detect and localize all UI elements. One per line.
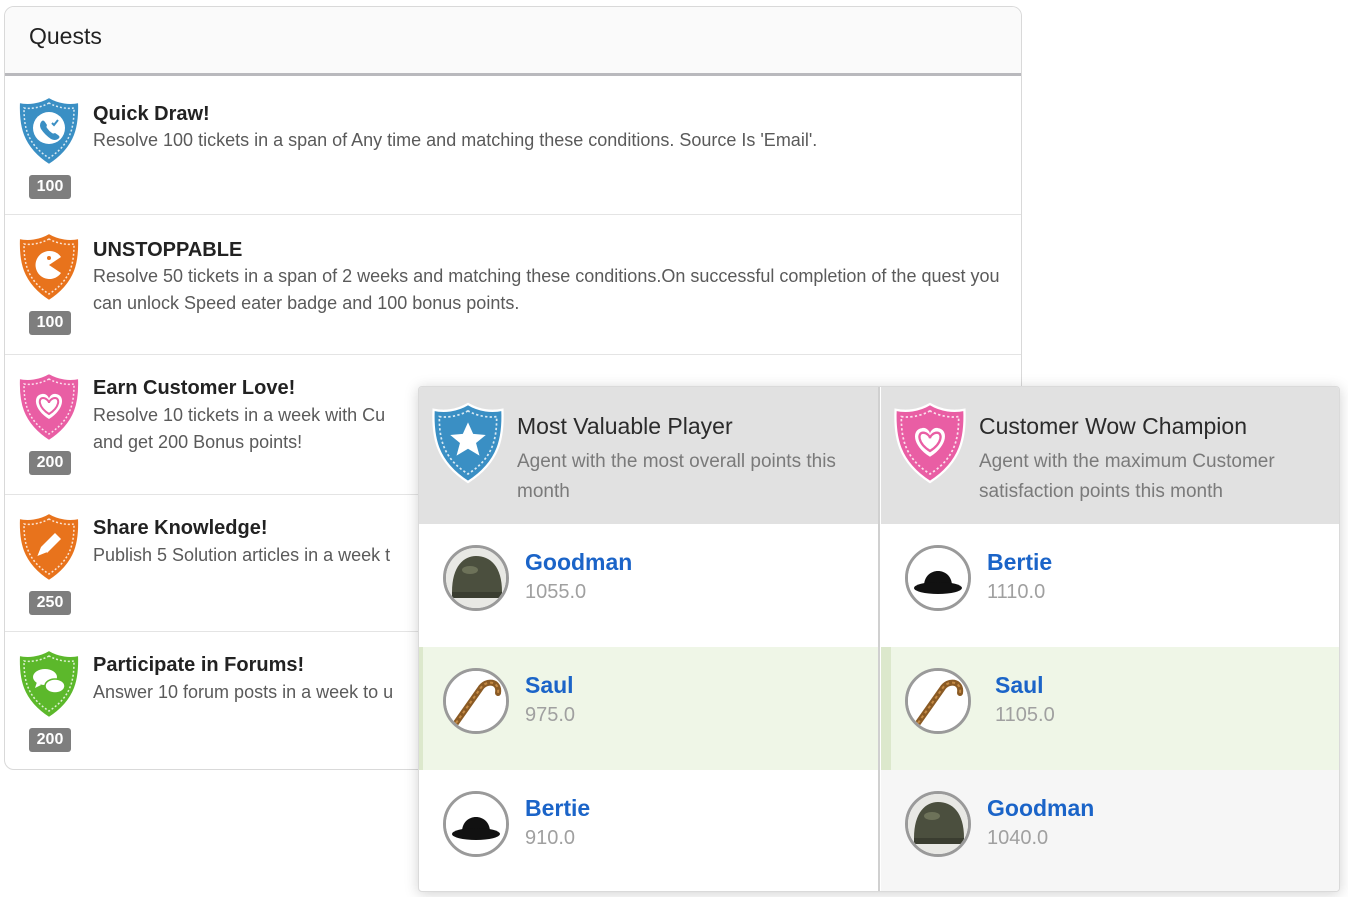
quest-item-quick-draw[interactable]: 100 Quick Draw! Resolve 100 tickets in a… <box>5 79 1021 215</box>
quest-title[interactable]: Share Knowledge! <box>93 517 267 540</box>
bowler-hat-avatar-icon <box>443 791 509 857</box>
agent-score: 975.0 <box>525 704 576 726</box>
star-shield-icon <box>429 401 507 485</box>
agent-name-link[interactable]: Bertie <box>525 795 590 822</box>
leaderboard-card: Most Valuable Player Agent with the most… <box>418 386 1340 892</box>
leaderboard-entry[interactable]: Bertie 910.0 <box>419 770 878 891</box>
cane-avatar-icon <box>443 668 509 734</box>
helmet-avatar-icon <box>443 545 509 611</box>
quest-item-unstoppable[interactable]: 100 UNSTOPPABLE Resolve 50 tickets in a … <box>5 215 1021 355</box>
quest-points-badge: 100 <box>29 311 71 335</box>
leaderboard-entry[interactable]: Saul 1105.0 <box>881 647 1339 770</box>
quest-description: Resolve 50 tickets in a span of 2 weeks … <box>93 266 1000 313</box>
agent-name-link[interactable]: Saul <box>525 672 574 699</box>
cane-avatar-icon <box>905 668 971 734</box>
leaderboard-customer-wow-champion: Customer Wow Champion Agent with the max… <box>881 387 1339 891</box>
heart-shield-icon <box>15 371 83 443</box>
quest-points-badge: 200 <box>29 728 71 752</box>
leaderboard-title: Customer Wow Champion <box>979 413 1248 439</box>
heart-shield-icon <box>891 401 969 485</box>
leaderboard-title: Most Valuable Player <box>517 413 733 439</box>
helmet-avatar-icon <box>905 791 971 857</box>
phone-check-shield-icon <box>15 95 83 167</box>
leaderboard-entry[interactable]: Goodman 1055.0 <box>419 524 878 647</box>
bowler-hat-avatar-icon <box>905 545 971 611</box>
leaderboard-entry[interactable]: Goodman 1040.0 <box>881 770 1339 891</box>
quest-points-badge: 250 <box>29 591 71 615</box>
quest-title[interactable]: UNSTOPPABLE <box>93 239 242 262</box>
leaderboard-header: Customer Wow Champion Agent with the max… <box>881 387 1339 524</box>
leaderboard-entry[interactable]: Saul 975.0 <box>419 647 878 770</box>
agent-score: 1055.0 <box>525 581 587 603</box>
leaderboard-subtitle: Agent with the maximum Customer satisfac… <box>979 451 1275 502</box>
leaderboard-subtitle: Agent with the most overall points this … <box>517 451 836 502</box>
leaderboard-entry[interactable]: Bertie 1110.0 <box>881 524 1339 647</box>
chomper-shield-icon <box>15 231 83 303</box>
agent-name-link[interactable]: Saul <box>995 672 1044 699</box>
quest-title[interactable]: Earn Customer Love! <box>93 377 295 400</box>
agent-score: 1110.0 <box>987 581 1046 603</box>
agent-score: 1105.0 <box>995 704 1055 726</box>
agent-score: 910.0 <box>525 827 576 849</box>
quests-header: Quests <box>5 7 1021 76</box>
agent-name-link[interactable]: Bertie <box>987 549 1052 576</box>
leaderboard-header: Most Valuable Player Agent with the most… <box>419 387 878 524</box>
chat-bubbles-shield-icon <box>15 648 83 720</box>
quest-title[interactable]: Participate in Forums! <box>93 654 304 677</box>
agent-name-link[interactable]: Goodman <box>987 795 1094 822</box>
quest-title[interactable]: Quick Draw! <box>93 103 210 126</box>
quest-points-badge: 100 <box>29 175 71 199</box>
agent-name-link[interactable]: Goodman <box>525 549 632 576</box>
agent-score: 1040.0 <box>987 827 1049 849</box>
quest-points-badge: 200 <box>29 451 71 475</box>
quest-description: Resolve 100 tickets in a span of Any tim… <box>93 130 818 150</box>
leaderboard-most-valuable-player: Most Valuable Player Agent with the most… <box>419 387 880 891</box>
pen-shield-icon <box>15 511 83 583</box>
